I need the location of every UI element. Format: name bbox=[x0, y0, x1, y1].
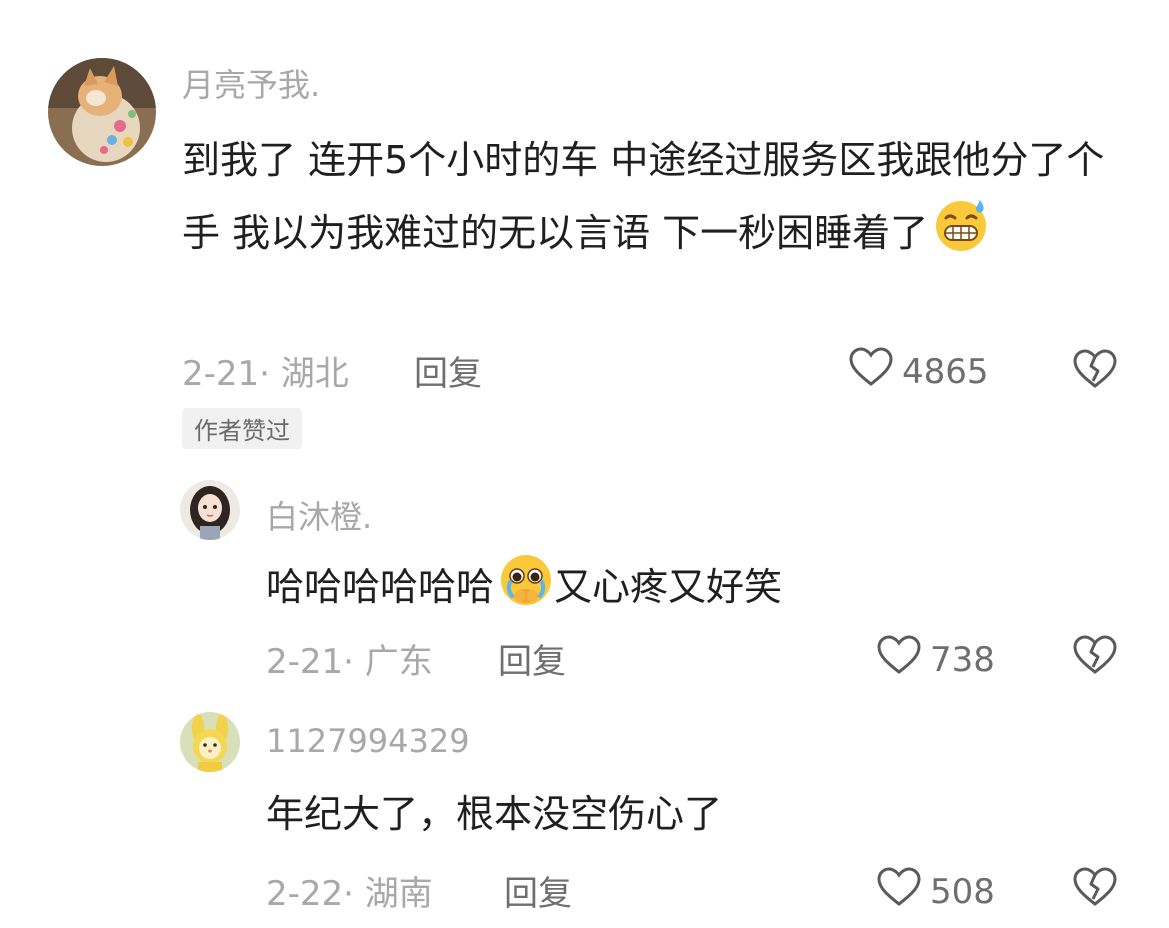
username[interactable]: 1127994329 bbox=[266, 722, 470, 760]
yellow-bunny-avatar-icon[interactable] bbox=[180, 712, 240, 772]
username[interactable]: 月亮予我. bbox=[182, 60, 320, 106]
comment-date-location: 2-21· 湖北 bbox=[182, 354, 349, 394]
crying-pleading-emoji-icon bbox=[498, 552, 554, 623]
heart-icon bbox=[848, 346, 894, 397]
reply-text: 哈哈哈哈哈哈 又心疼又好笑 bbox=[266, 552, 782, 623]
heart-icon bbox=[876, 866, 922, 917]
grimacing-sweat-emoji-icon bbox=[932, 196, 990, 277]
cat-avatar-icon[interactable] bbox=[48, 58, 156, 166]
like-count: 4865 bbox=[902, 351, 989, 392]
like-button[interactable]: 738 bbox=[876, 634, 995, 685]
comment-text: 到我了 连开5个小时的车 中途经过服务区我跟他分了个手 我以为我难过的无以言语 … bbox=[182, 124, 1132, 277]
like-button[interactable]: 4865 bbox=[848, 346, 989, 397]
author-liked-badge: 作者赞过 bbox=[182, 408, 302, 449]
reply-text-part: 又心疼又好笑 bbox=[554, 565, 783, 609]
girl-avatar-icon[interactable] bbox=[180, 480, 240, 540]
reply-button[interactable]: 回复 bbox=[498, 634, 566, 683]
reply-date-location: 2-21· 广东 bbox=[266, 642, 433, 682]
username[interactable]: 白沐橙. bbox=[266, 492, 372, 538]
reply-text-part: 哈哈哈哈哈哈 bbox=[266, 565, 495, 609]
reply-button[interactable]: 回复 bbox=[414, 346, 482, 395]
reply-button[interactable]: 回复 bbox=[504, 866, 572, 915]
like-count: 738 bbox=[930, 639, 995, 680]
reply-text: 年纪大了，根本没空伤心了 bbox=[266, 792, 723, 836]
reply-date-location: 2-22· 湖南 bbox=[266, 874, 433, 914]
like-button[interactable]: 508 bbox=[876, 866, 995, 917]
broken-heart-icon[interactable] bbox=[1072, 634, 1118, 680]
heart-icon bbox=[876, 634, 922, 685]
broken-heart-icon[interactable] bbox=[1072, 348, 1118, 394]
broken-heart-icon[interactable] bbox=[1072, 866, 1118, 912]
like-count: 508 bbox=[930, 871, 995, 912]
